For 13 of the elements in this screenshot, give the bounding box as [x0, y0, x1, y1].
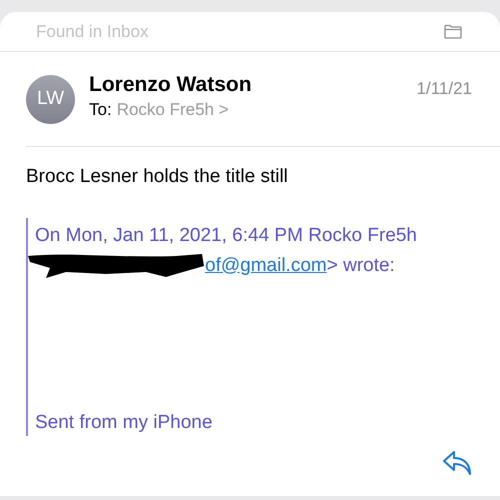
message-date: 1/11/21 — [416, 78, 472, 100]
email-link[interactable]: of@gmail.com — [205, 250, 327, 280]
recipient-link[interactable]: Rocko Fre5h > — [116, 98, 229, 122]
mailbox-label: Found in Inbox — [36, 20, 148, 43]
message-body: Brocc Lesner holds the title still — [25, 165, 289, 189]
to-label: To: — [89, 99, 112, 121]
signature: Sent from my iPhone — [35, 410, 214, 434]
folder-icon[interactable] — [444, 24, 462, 39]
quote-attribution: On Mon, Jan 11, 2021, 6:44 PM Rocko Fre5h — [35, 224, 418, 248]
quote-wrote: > wrote: — [326, 254, 395, 278]
sender-name: Lorenzo Watson — [89, 72, 253, 98]
avatar: LW — [26, 75, 75, 124]
reply-icon[interactable] — [442, 450, 472, 476]
